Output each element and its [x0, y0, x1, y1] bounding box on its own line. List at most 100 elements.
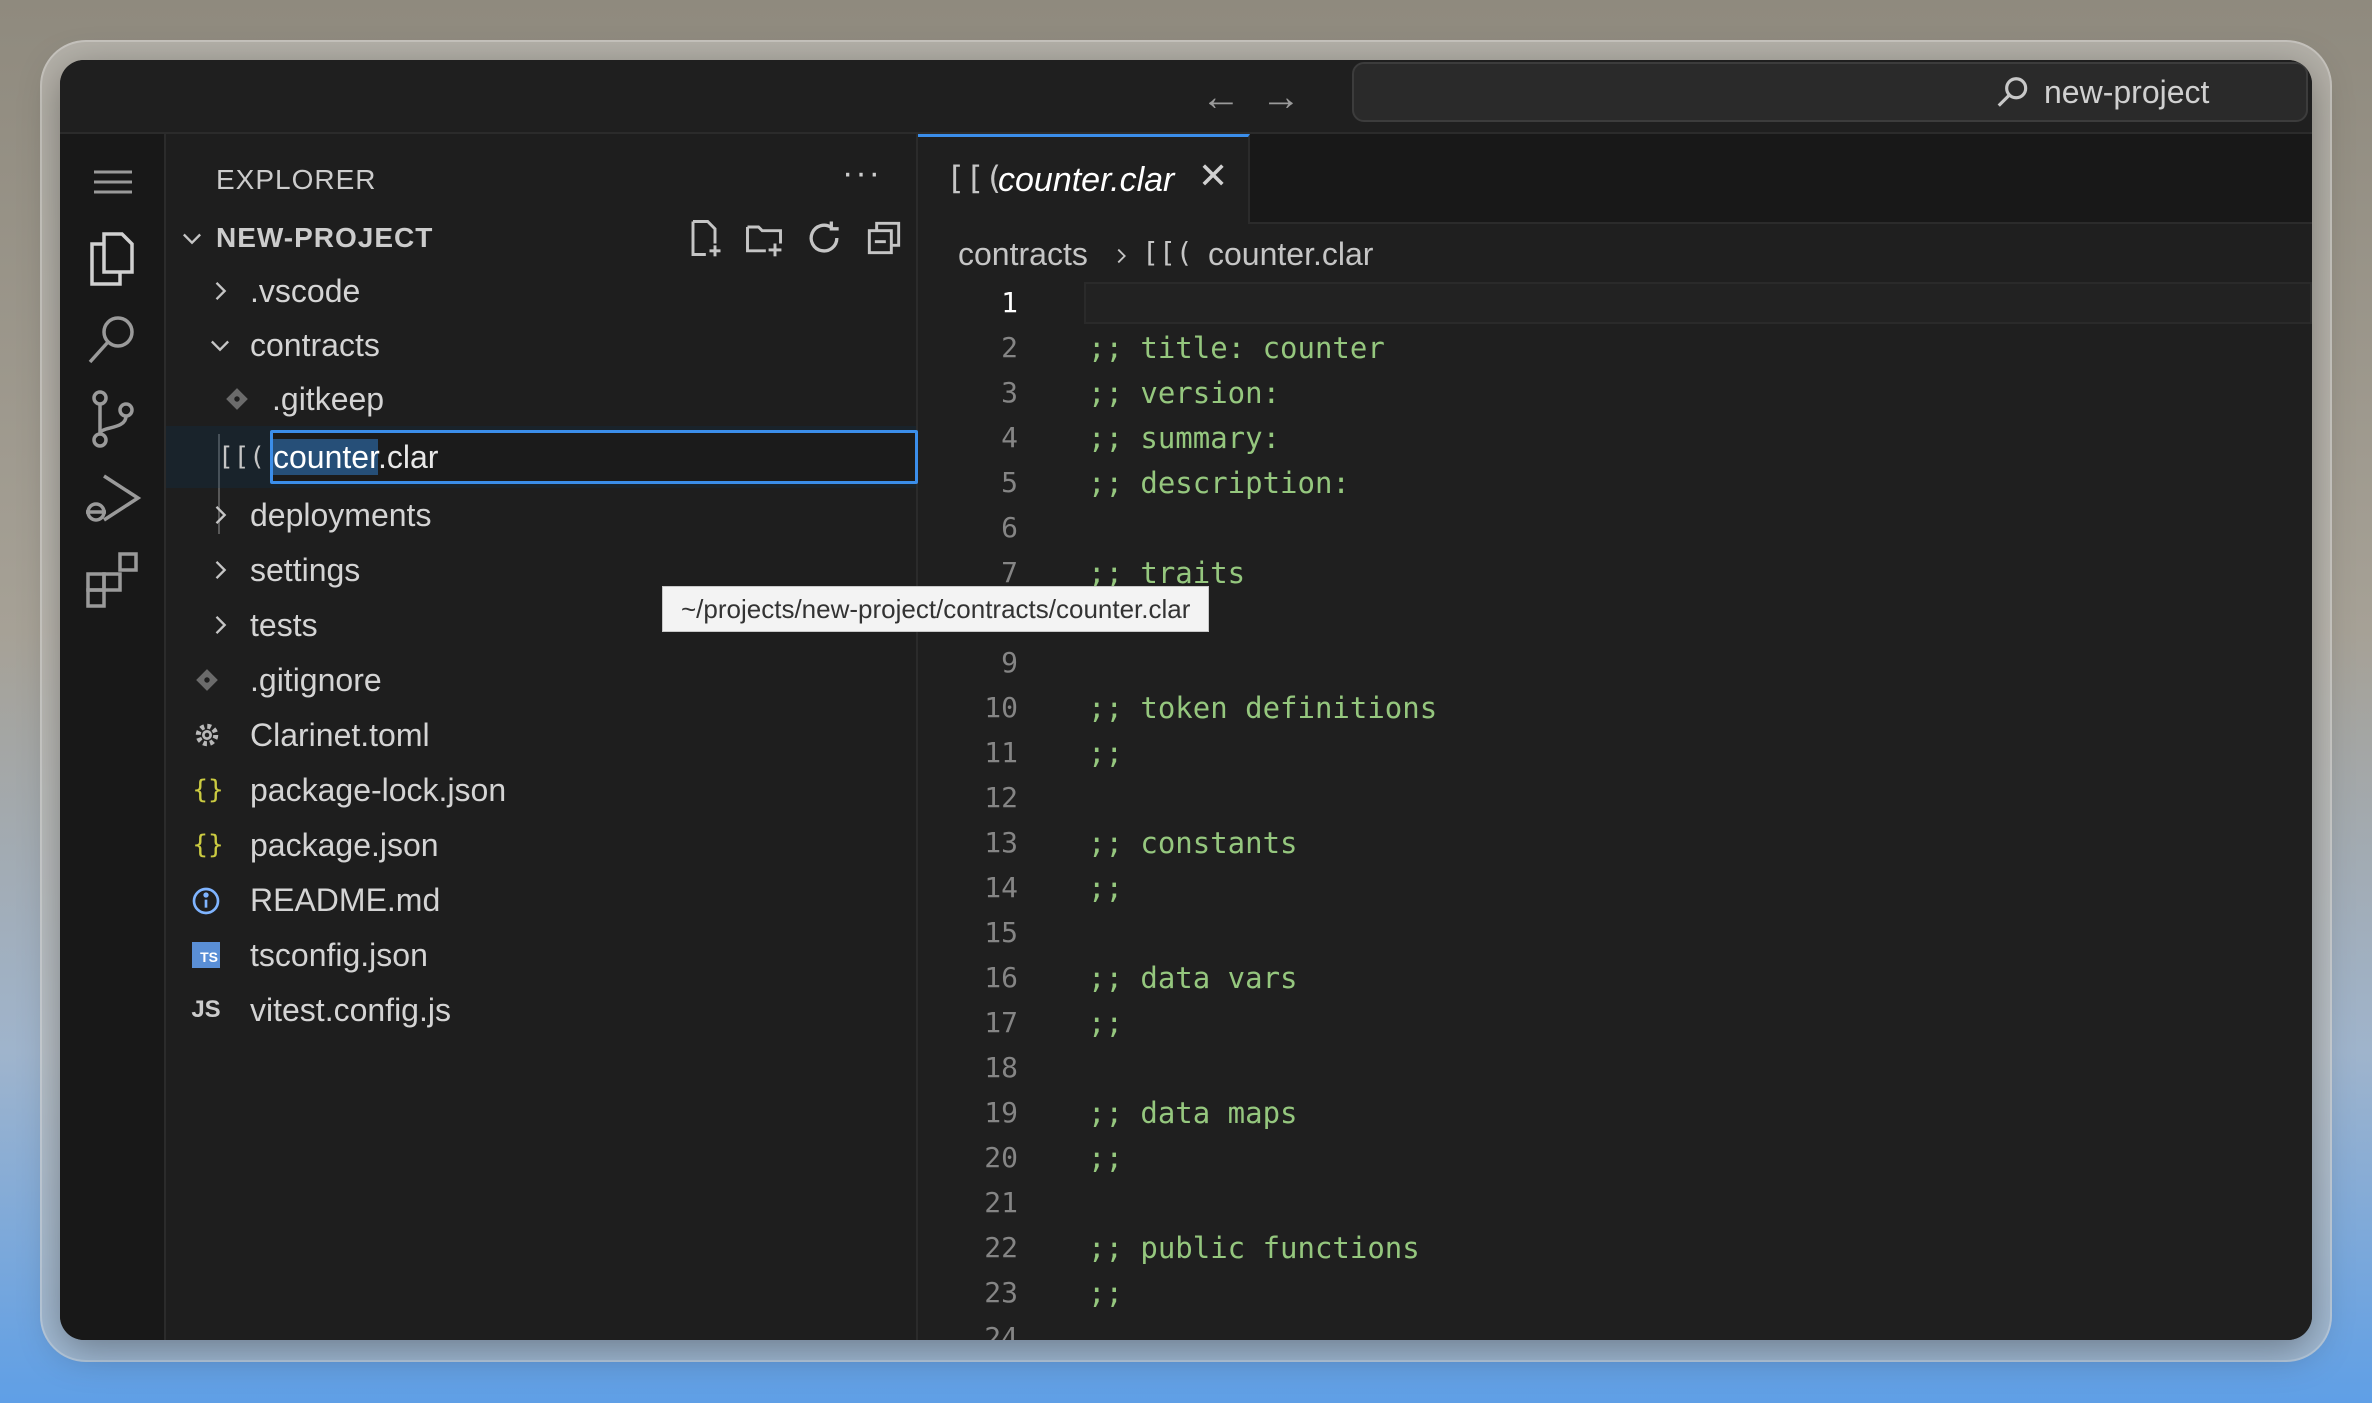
tree-item-label: contracts: [250, 327, 380, 363]
collapse-all-icon[interactable]: [862, 216, 906, 260]
code-line[interactable]: 9: [918, 642, 2312, 687]
code-line[interactable]: 6: [918, 507, 2312, 552]
code-line[interactable]: 16 ;; data vars: [918, 957, 2312, 1002]
code-line[interactable]: 12: [918, 777, 2312, 822]
project-header[interactable]: NEW-PROJECT: [166, 210, 916, 264]
search-icon[interactable]: [74, 300, 152, 378]
tree-file-tsconfig-json[interactable]: TS tsconfig.json: [166, 928, 916, 982]
line-number: 11: [984, 736, 1018, 769]
line-content: ;; description:: [1088, 466, 1350, 500]
line-content: ;; public functions: [1088, 1231, 1420, 1265]
tree-file-readme-md[interactable]: README.md: [166, 873, 916, 927]
clarity-icon: [[(: [946, 159, 1004, 197]
new-file-icon[interactable]: [682, 216, 726, 260]
explorer-icon[interactable]: [74, 220, 152, 298]
project-label: NEW-PROJECT: [216, 222, 434, 253]
tree-folder-contracts[interactable]: contracts: [166, 318, 916, 372]
line-number: 7: [1001, 556, 1018, 589]
tree-folder-vscode[interactable]: .vscode: [166, 264, 916, 318]
ts-icon: TS: [192, 942, 220, 968]
run-debug-icon[interactable]: [74, 460, 152, 538]
code-line[interactable]: 10 ;; token definitions: [918, 687, 2312, 732]
tab-counter-clar[interactable]: [[( counter.clar ✕: [918, 134, 1250, 224]
breadcrumb-item-file[interactable]: counter.clar: [1208, 236, 1373, 273]
code-line[interactable]: 22 ;; public functions: [918, 1227, 2312, 1272]
source-control-icon[interactable]: [74, 380, 152, 458]
line-content: ;;: [1088, 1276, 1123, 1310]
line-content: ;; data maps: [1088, 1096, 1298, 1130]
tree-item-label: .gitkeep: [272, 381, 385, 417]
new-folder-icon[interactable]: [742, 216, 786, 260]
line-number: 24: [984, 1321, 1018, 1340]
code-line[interactable]: 15: [918, 912, 2312, 957]
clarity-icon: [[(: [218, 442, 265, 472]
chevron-right-icon: [215, 282, 227, 300]
explorer-sidebar: EXPLORER ··· NEW-PROJECT .vscode contrac…: [166, 134, 1210, 1340]
line-content: ;; constants: [1088, 826, 1298, 860]
line-number: 9: [1001, 646, 1018, 679]
tab-label: counter.clar: [998, 161, 1175, 199]
breadcrumb-item-contracts[interactable]: contracts: [958, 236, 1088, 273]
tree-file-counter-clar[interactable]: [[( counter.clar: [166, 426, 918, 488]
code-line[interactable]: 18: [918, 1047, 2312, 1092]
rename-rest-text: .clar: [377, 439, 439, 475]
code-line[interactable]: 21: [918, 1182, 2312, 1227]
tabs-bar: [[( counter.clar ✕: [918, 134, 2312, 224]
tree-item-label: vitest.config.js: [250, 992, 451, 1028]
info-icon: [192, 887, 220, 915]
breadcrumb: contracts [[( counter.clar: [918, 224, 2312, 284]
line-number: 13: [984, 826, 1018, 859]
code-line[interactable]: 24: [918, 1317, 2312, 1340]
code-line[interactable]: 13 ;; constants: [918, 822, 2312, 867]
code-line[interactable]: 2 ;; title: counter: [918, 327, 2312, 372]
tree-item-label: tsconfig.json: [250, 937, 428, 973]
tree-item-label: .gitignore: [250, 662, 382, 698]
json-icon: {}: [192, 775, 224, 805]
rename-input[interactable]: counter.clar: [270, 430, 918, 484]
code-line[interactable]: 3 ;; version:: [918, 372, 2312, 417]
code-line[interactable]: 14;;: [918, 867, 2312, 912]
clarity-icon: [[(: [1142, 236, 1193, 269]
tree-item-label: .vscode: [250, 273, 361, 309]
line-number: 15: [984, 916, 1018, 949]
more-actions-button[interactable]: ···: [842, 154, 882, 193]
line-number: 5: [1001, 466, 1018, 499]
code-line[interactable]: 11;;: [918, 732, 2312, 777]
tree-file-package-lock-json[interactable]: {} package-lock.json: [166, 763, 916, 817]
code-line[interactable]: 23;;: [918, 1272, 2312, 1317]
close-icon[interactable]: ✕: [1198, 155, 1228, 197]
tree-file-clarinet-toml[interactable]: Clarinet.toml: [166, 708, 916, 762]
code-line[interactable]: 4 ;; summary:: [918, 417, 2312, 462]
line-number: 18: [984, 1051, 1018, 1084]
line-content: ;;: [1088, 871, 1123, 905]
line-content: ;; title: counter: [1088, 331, 1385, 365]
line-content: ;; data vars: [1088, 961, 1298, 995]
tree-file-vitest-config-js[interactable]: JS vitest.config.js: [166, 983, 916, 1037]
command-center-label: new-project: [2044, 74, 2210, 110]
command-center[interactable]: new-project: [1352, 62, 2308, 122]
code-line[interactable]: 1: [918, 282, 2312, 327]
line-number: 16: [984, 961, 1018, 994]
code-editor[interactable]: 1 2;; title: counter 3;; version: 4;; summa…: [918, 282, 2312, 1340]
chevron-right-icon: [215, 561, 227, 579]
line-number: 3: [1001, 376, 1018, 409]
code-line[interactable]: 17;;: [918, 1002, 2312, 1047]
chevron-right-icon: [215, 506, 227, 524]
tree-file-gitkeep[interactable]: .gitkeep: [166, 372, 916, 426]
tree-file-package-json[interactable]: {} package.json: [166, 818, 916, 872]
code-line[interactable]: 20;;: [918, 1137, 2312, 1182]
tree-folder-deployments[interactable]: deployments: [166, 488, 916, 542]
line-number: 17: [984, 1006, 1018, 1039]
line-number: 19: [984, 1096, 1018, 1129]
go-back-button[interactable]: ←: [1196, 72, 1246, 122]
vscode-window: ← → new-project EXPLORER ··· NEW-PROJECT: [60, 60, 2312, 1340]
code-line[interactable]: 19 ;; data maps: [918, 1092, 2312, 1137]
line-content: ;; version:: [1088, 376, 1281, 410]
code-line[interactable]: 5 ;; description:: [918, 462, 2312, 507]
go-forward-button[interactable]: →: [1256, 72, 1306, 122]
menu-icon[interactable]: [74, 144, 152, 222]
extensions-icon[interactable]: [74, 540, 152, 618]
tree-file-gitignore[interactable]: .gitignore: [166, 653, 916, 707]
refresh-icon[interactable]: [802, 216, 846, 260]
git-icon: [226, 388, 248, 410]
